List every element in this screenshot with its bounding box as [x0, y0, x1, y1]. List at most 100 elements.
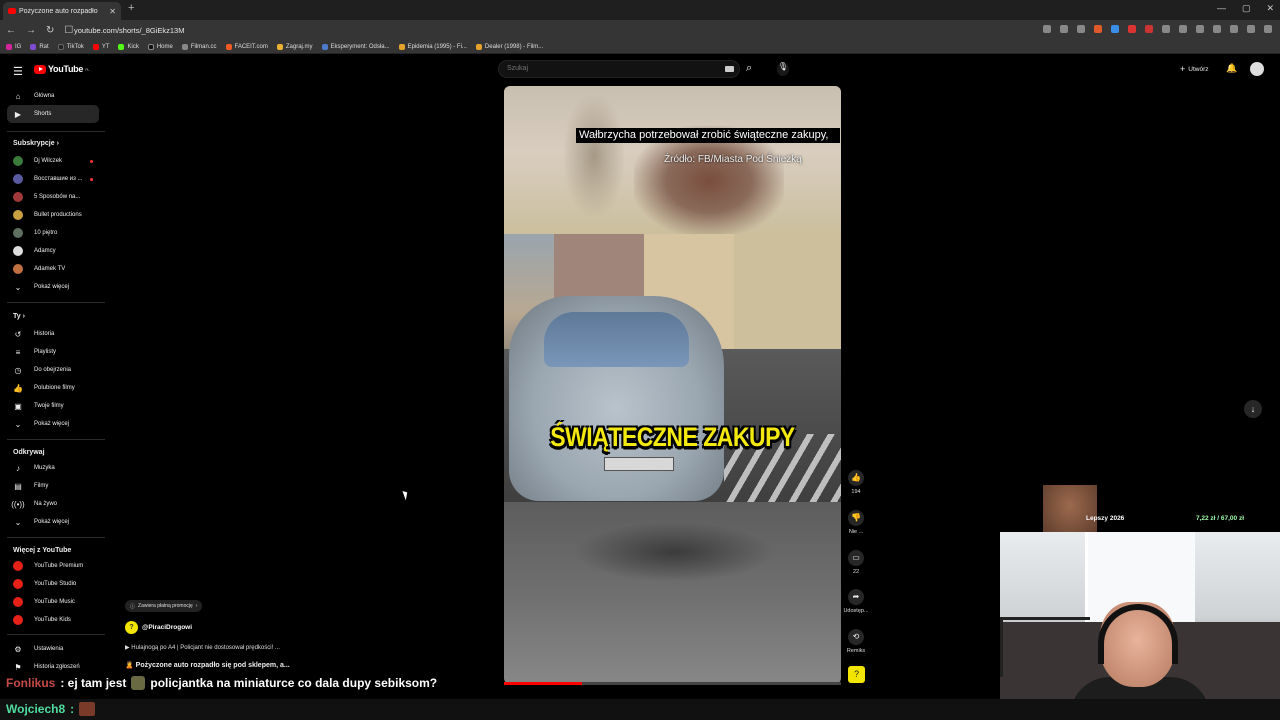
sidebar-item-subscription[interactable]: 10 piętro: [7, 224, 99, 242]
keyboard-icon[interactable]: [725, 66, 734, 72]
divider: [7, 302, 105, 303]
subscriptions-title[interactable]: Subskrypcje ›: [13, 140, 59, 147]
bookmark-item[interactable]: YT: [92, 43, 109, 50]
sidebar-item-youtube-premium[interactable]: YouTube Premium: [7, 557, 99, 575]
bookmark-item[interactable]: Zagraj.my: [276, 43, 313, 50]
sidebar-item-liked[interactable]: 👍 Polubione filmy: [7, 379, 99, 397]
download-icon[interactable]: [1179, 25, 1187, 33]
zoom-icon[interactable]: [1060, 25, 1068, 33]
chevron-down-icon: ⌄: [14, 282, 22, 292]
brave-icon[interactable]: [1094, 25, 1102, 33]
bookmark-item[interactable]: Filman.cc: [181, 43, 217, 50]
sidebar-item-music[interactable]: ♪ Muzyka: [7, 459, 99, 477]
new-tab-icon[interactable]: +: [128, 2, 134, 14]
sidebar-item-youtube-studio[interactable]: YouTube Studio: [7, 575, 99, 593]
extensions-bar: [1043, 25, 1272, 33]
maximize-icon[interactable]: ▢: [1242, 3, 1251, 14]
bookmark-item[interactable]: Rat: [30, 43, 49, 50]
sidebar-item-subscription[interactable]: Восставшие из ...: [7, 170, 99, 188]
sidebar-item-report-history[interactable]: ⚑ Historia zgłoszeń: [7, 658, 99, 676]
url-field[interactable]: youtube.com/shorts/_8GiEkz13M: [74, 26, 184, 35]
reload-icon[interactable]: ↻: [46, 25, 54, 36]
related-video-link[interactable]: ▶ Hulajnogą po A4 | Policjant nie dostos…: [125, 644, 280, 651]
bookmark-item[interactable]: IG: [6, 43, 21, 50]
notifications-bell-icon[interactable]: 🔔: [1226, 63, 1237, 74]
extension-icon[interactable]: [1162, 25, 1170, 33]
show-more-button[interactable]: ⌄ Pokaż więcej: [7, 415, 99, 433]
sidebar-item-home[interactable]: ⌂ Główna: [7, 87, 99, 105]
sidebar-item-subscription[interactable]: Bullet productions: [7, 206, 99, 224]
youtube-premium-icon: [13, 561, 23, 571]
show-more-button[interactable]: ⌄ Pokaż więcej: [7, 513, 99, 531]
streamer-webcam: [1000, 532, 1280, 720]
extension-icon[interactable]: [1213, 25, 1221, 33]
puzzle-icon[interactable]: [1196, 25, 1204, 33]
sidebar-item-settings[interactable]: ⚙ Ustawienia: [7, 640, 99, 658]
sidebar-item-subscription[interactable]: 5 Sposobów na...: [7, 188, 99, 206]
youtube-logo[interactable]: YouTube PL: [34, 64, 90, 74]
channel-link[interactable]: ? @PiraciDrogowi: [125, 621, 192, 634]
chat-emote: [131, 676, 146, 690]
minimize-icon[interactable]: —: [1217, 3, 1226, 14]
extension-icon[interactable]: [1145, 25, 1153, 33]
create-button[interactable]: + Utwórz: [1175, 62, 1214, 76]
sidebar-item-subscription[interactable]: Adamcy: [7, 242, 99, 260]
sidebar-item-youtube-music[interactable]: YouTube Music: [7, 593, 99, 611]
sidebar-item-watch-later[interactable]: ◷ Do obejrzenia: [7, 361, 99, 379]
you-title[interactable]: Ty ›: [13, 313, 25, 320]
bookmark-item[interactable]: Home: [147, 43, 173, 50]
thumbs-up-icon: 👍: [848, 470, 864, 486]
sidebar-item-live[interactable]: ((•)) Na żywo: [7, 495, 99, 513]
extension-icon[interactable]: [1128, 25, 1136, 33]
paid-promotion-badge[interactable]: ⓘ Zawiera płatną promocję ›: [125, 600, 203, 612]
live-indicator-icon: [90, 159, 93, 163]
video-caption: Wałbrzycha potrzebował zrobić świąteczne…: [576, 128, 840, 143]
divider: [7, 537, 105, 538]
chat-message: Fonlikus : ej tam jest policjantka na mi…: [6, 676, 438, 690]
browser-tab[interactable]: Pożyczone auto rozpadło ✕: [3, 2, 121, 20]
dislike-button[interactable]: 👎 Nie ...: [840, 510, 872, 535]
search-icon[interactable]: ⌕: [746, 62, 752, 75]
like-button[interactable]: 👍 194: [840, 470, 872, 495]
remix-button[interactable]: ⟲ Remiks: [840, 629, 872, 654]
sidebar-item-history[interactable]: ↺ Historia: [7, 325, 99, 343]
video-progress-bar[interactable]: [504, 682, 841, 685]
account-avatar[interactable]: [1250, 62, 1264, 76]
playlist-icon[interactable]: [1247, 25, 1255, 33]
sidebar-item-films[interactable]: ▤ Filmy: [7, 477, 99, 495]
comment-icon: ▭: [848, 550, 864, 566]
sidebar-item-youtube-kids[interactable]: YouTube Kids: [7, 611, 99, 629]
back-icon[interactable]: ←: [6, 25, 16, 36]
sidebar-item-your-videos[interactable]: ▣ Twoje filmy: [7, 397, 99, 415]
forward-icon[interactable]: →: [26, 25, 36, 36]
sidebar-item-subscription[interactable]: Adamek TV: [7, 260, 99, 278]
share-button[interactable]: ➦ Udostęp...: [840, 589, 872, 614]
bookmark-item[interactable]: Epidemia (1995) - Fi...: [398, 43, 467, 50]
extension-icon[interactable]: [1111, 25, 1119, 33]
bookmark-icon[interactable]: ☐: [64, 25, 73, 36]
video-description[interactable]: 🙎 Pożyczone auto rozpadło się pod sklepe…: [125, 661, 290, 669]
bookmark-item[interactable]: Eksperyment: Odsła...: [321, 43, 390, 50]
bookmark-item[interactable]: Dealer (1998) - Film...: [475, 43, 543, 50]
close-window-icon[interactable]: ✕: [1266, 3, 1274, 14]
next-short-arrow-down-icon[interactable]: ↓: [1244, 400, 1262, 418]
sidebar-item-subscription[interactable]: Dj Wilczek: [7, 152, 99, 170]
microphone-icon[interactable]: 🎙: [777, 62, 789, 76]
sidebar-item-shorts[interactable]: ▶ Shorts: [7, 105, 99, 123]
menu-icon[interactable]: [1264, 25, 1272, 33]
channel-thumbnail[interactable]: ?: [848, 666, 865, 683]
extension-icon[interactable]: [1043, 25, 1051, 33]
bookmark-item[interactable]: TikTok: [57, 43, 84, 50]
history-icon: ↺: [14, 329, 22, 339]
shorts-video-player[interactable]: Wałbrzycha potrzebował zrobić świąteczne…: [504, 86, 841, 684]
share-icon[interactable]: [1077, 25, 1085, 33]
link-icon[interactable]: [1230, 25, 1238, 33]
bookmark-item[interactable]: Kick: [118, 43, 139, 50]
sidebar-item-playlists[interactable]: ≡ Playlisty: [7, 343, 99, 361]
hamburger-menu-icon[interactable]: ☰: [13, 65, 23, 78]
close-tab-icon[interactable]: ✕: [109, 7, 116, 16]
comments-button[interactable]: ▭ 22: [840, 550, 872, 575]
show-more-button[interactable]: ⌄ Pokaż więcej: [7, 278, 99, 296]
bookmark-item[interactable]: FACEIT.com: [225, 43, 268, 50]
search-input[interactable]: Szukaj: [498, 60, 740, 78]
